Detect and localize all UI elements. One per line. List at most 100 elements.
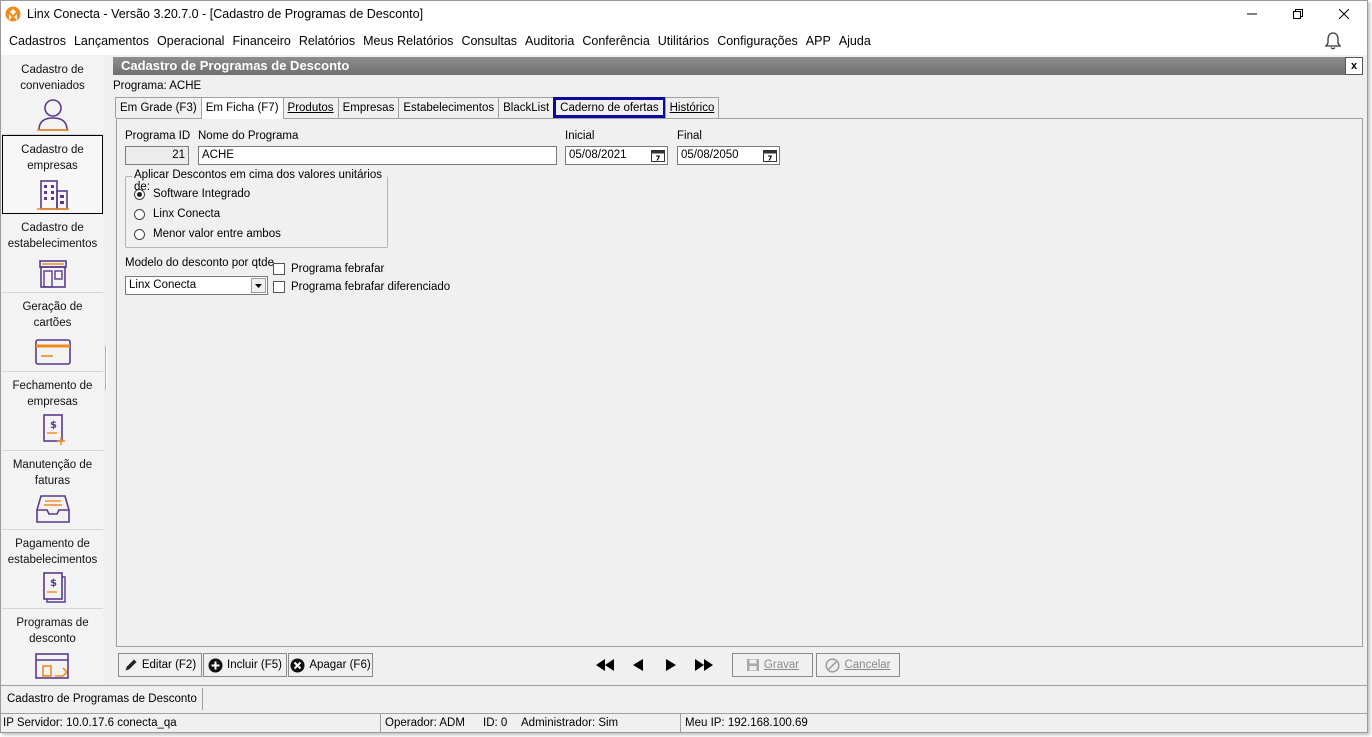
menu-conferencia[interactable]: Conferência bbox=[578, 27, 653, 55]
cancel-button[interactable]: Cancelar bbox=[816, 653, 900, 677]
radio-button[interactable] bbox=[134, 208, 145, 220]
arrow-right-icon bbox=[666, 659, 676, 671]
quantity-model-select[interactable]: Linx Conecta bbox=[125, 276, 268, 295]
quantity-model-label: Modelo do desconto por qtde bbox=[125, 257, 274, 269]
radio-linx-conecta[interactable]: Linx Conecta bbox=[134, 208, 220, 220]
edit-button[interactable]: Editar (F2) bbox=[118, 653, 202, 677]
last-record-button[interactable] bbox=[692, 654, 716, 676]
radio-menor-valor[interactable]: Menor valor entre ambos bbox=[134, 228, 281, 240]
menu-configuracoes[interactable]: Configurações bbox=[713, 27, 802, 55]
tab-produtos[interactable]: Produtos bbox=[282, 97, 339, 118]
tab-em-ficha[interactable]: Em Ficha (F7) bbox=[200, 97, 284, 119]
bell-icon[interactable] bbox=[1323, 31, 1343, 51]
invoice-icon: $ bbox=[42, 572, 66, 603]
open-form-tab[interactable]: Cadastro de Programas de Desconto bbox=[2, 688, 203, 710]
sidebar-item-empresas[interactable]: Cadastro de empresas bbox=[2, 135, 103, 214]
delete-button[interactable]: Apagar (F6) bbox=[288, 653, 373, 677]
close-form-button[interactable]: x bbox=[1345, 57, 1363, 75]
sidebar-item-label: Pagamento de estabelecimentos bbox=[7, 538, 98, 566]
tab-historico[interactable]: Histórico bbox=[664, 97, 720, 118]
tab-bar: Em Grade (F3) Em Ficha (F7) Produtos Emp… bbox=[115, 97, 720, 119]
first-record-button[interactable] bbox=[593, 654, 617, 676]
tab-label: Histórico bbox=[669, 102, 715, 114]
sidebar-item-label: Cadastro de empresas bbox=[21, 144, 84, 172]
next-record-button[interactable] bbox=[659, 654, 683, 676]
sidebar-item-conveniados[interactable]: Cadastro de conveniados bbox=[2, 56, 103, 135]
restore-button[interactable] bbox=[1275, 1, 1321, 27]
svg-text:7: 7 bbox=[656, 155, 661, 163]
menu-ajuda[interactable]: Ajuda bbox=[835, 27, 875, 55]
tab-blacklist[interactable]: BlackList bbox=[498, 97, 555, 118]
delete-circle-icon bbox=[290, 658, 305, 672]
menu-bar: Cadastros Lançamentos Operacional Financ… bbox=[1, 27, 1367, 55]
tab-caderno-de-ofertas[interactable]: Caderno de ofertas bbox=[553, 97, 666, 118]
checkbox-programa-febrafar-diferenciado[interactable]: Programa febrafar diferenciado bbox=[273, 281, 450, 293]
program-id-field: 21 bbox=[125, 146, 189, 165]
sidebar-item-estabelecimentos[interactable]: Cadastro de estabelecimentos bbox=[2, 214, 103, 293]
menu-app[interactable]: APP bbox=[802, 27, 835, 55]
end-date-input[interactable]: 05/08/2050 7 bbox=[677, 146, 780, 165]
form-toolbar: Editar (F2) Incluir (F5) Apagar (F6) Gra… bbox=[116, 651, 1363, 681]
menu-cadastros[interactable]: Cadastros bbox=[5, 27, 70, 55]
menu-lancamentos[interactable]: Lançamentos bbox=[70, 27, 153, 55]
radio-label: Menor valor entre ambos bbox=[153, 228, 281, 240]
pencil-icon bbox=[125, 659, 137, 671]
menu-auditoria[interactable]: Auditoria bbox=[521, 27, 578, 55]
app-window: Linx Conecta - Versão 3.20.7.0 - [Cadast… bbox=[0, 0, 1368, 733]
checkbox[interactable] bbox=[273, 281, 285, 293]
menu-utilitarios[interactable]: Utilitários bbox=[654, 27, 713, 55]
radio-label: Linx Conecta bbox=[153, 208, 221, 220]
edit-label: Editar (F2) bbox=[141, 659, 197, 671]
menu-operacional[interactable]: Operacional bbox=[153, 27, 228, 55]
sidebar-item-fechamento[interactable]: Fechamento de empresas $ bbox=[2, 372, 103, 451]
tab-empresas[interactable]: Empresas bbox=[337, 97, 400, 118]
minimize-button[interactable] bbox=[1229, 1, 1275, 27]
menu-meus-relatorios[interactable]: Meus Relatórios bbox=[359, 27, 457, 55]
inbox-tray-icon bbox=[35, 495, 70, 523]
sidebar-item-label: Cadastro de estabelecimentos bbox=[7, 222, 98, 250]
card-icon bbox=[34, 339, 71, 365]
form-header: Cadastro de Programas de Desconto x bbox=[113, 57, 1363, 75]
window-title: Linx Conecta - Versão 3.20.7.0 - [Cadast… bbox=[27, 7, 424, 21]
radio-button[interactable] bbox=[134, 188, 145, 200]
start-date-value: 05/08/2021 bbox=[569, 149, 627, 161]
tab-estabelecimentos[interactable]: Estabelecimentos bbox=[398, 97, 500, 118]
calendar-icon[interactable]: 7 bbox=[651, 149, 665, 162]
start-date-input[interactable]: 05/08/2021 7 bbox=[565, 146, 668, 165]
cancel-label: Cancelar bbox=[844, 659, 891, 671]
sidebar-splitter[interactable] bbox=[105, 346, 107, 390]
sidebar-item-programas-desconto[interactable]: Programas de desconto bbox=[2, 609, 103, 684]
radio-label: Software Integrado bbox=[153, 188, 251, 200]
dropdown-button[interactable] bbox=[251, 278, 266, 293]
checkbox[interactable] bbox=[273, 263, 285, 275]
title-bar: Linx Conecta - Versão 3.20.7.0 - [Cadast… bbox=[1, 1, 1367, 27]
close-window-button[interactable] bbox=[1321, 1, 1367, 27]
save-button[interactable]: Gravar bbox=[732, 653, 813, 677]
program-name-input[interactable]: ACHE bbox=[198, 146, 557, 165]
menu-consultas[interactable]: Consultas bbox=[457, 27, 521, 55]
tab-em-grade[interactable]: Em Grade (F3) bbox=[115, 97, 202, 118]
discount-program-icon bbox=[34, 653, 69, 679]
sidebar-item-pagamento[interactable]: Pagamento de estabelecimentos $ bbox=[2, 530, 103, 609]
store-icon bbox=[38, 260, 67, 288]
skip-forward-icon bbox=[695, 659, 713, 671]
quantity-model-value: Linx Conecta bbox=[129, 279, 197, 291]
menu-financeiro[interactable]: Financeiro bbox=[228, 27, 294, 55]
svg-text:7: 7 bbox=[768, 155, 773, 163]
sidebar-item-faturas[interactable]: Manutenção de faturas bbox=[2, 451, 103, 530]
previous-record-button[interactable] bbox=[626, 654, 650, 676]
sidebar-item-cartoes[interactable]: Geração de cartões bbox=[2, 293, 103, 372]
calendar-icon[interactable]: 7 bbox=[763, 149, 777, 162]
add-button[interactable]: Incluir (F5) bbox=[203, 653, 287, 677]
restore-icon bbox=[1293, 9, 1303, 19]
radio-button[interactable] bbox=[134, 228, 145, 240]
sidebar: Cadastro de conveniados Cadastro de empr… bbox=[2, 56, 103, 684]
status-operator: Operador: ADM bbox=[385, 717, 465, 729]
discount-source-group: Aplicar Descontos em cima dos valores un… bbox=[125, 169, 388, 248]
checkbox-programa-febrafar[interactable]: Programa febrafar bbox=[273, 263, 384, 275]
add-label: Incluir (F5) bbox=[227, 659, 282, 671]
menu-relatorios[interactable]: Relatórios bbox=[295, 27, 359, 55]
delete-label: Apagar (F6) bbox=[309, 659, 371, 671]
sidebar-item-label: Manutenção de faturas bbox=[12, 459, 93, 487]
radio-software-integrado[interactable]: Software Integrado bbox=[134, 188, 250, 200]
